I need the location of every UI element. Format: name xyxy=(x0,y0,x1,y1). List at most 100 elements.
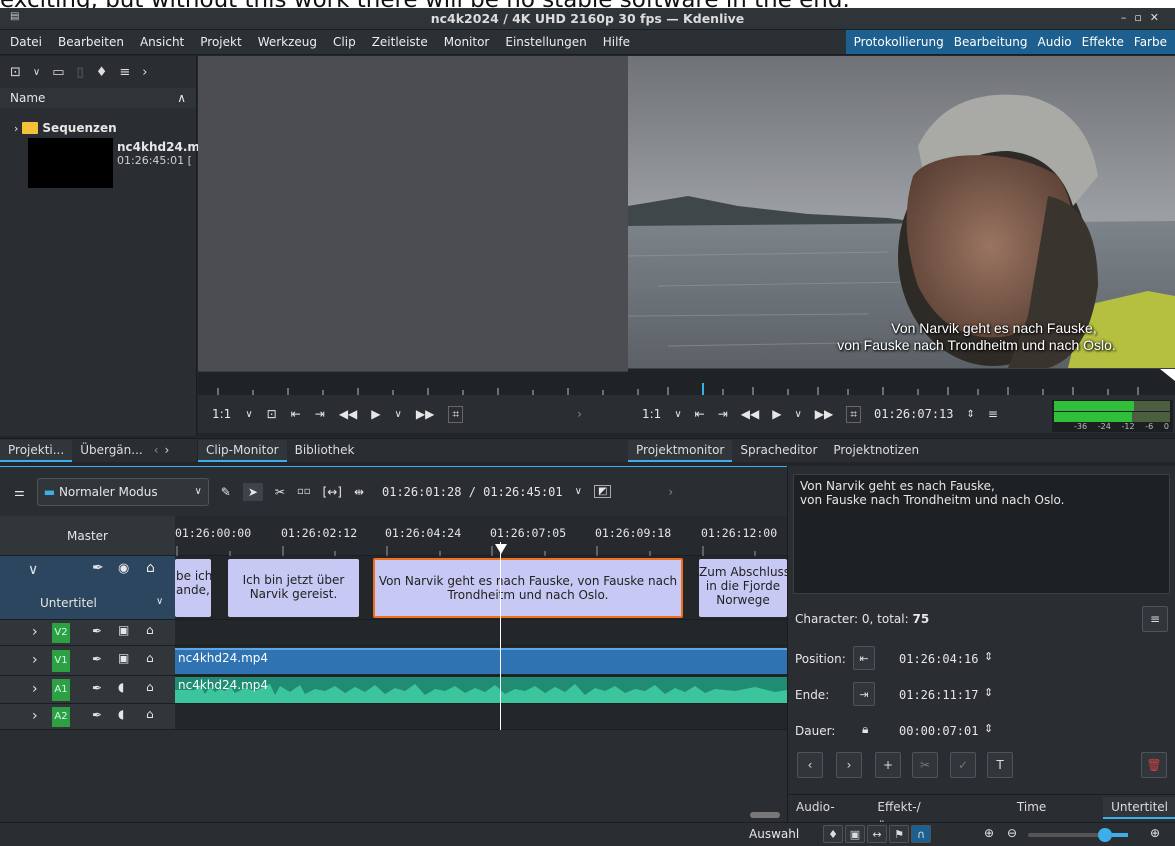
add-clip-icon[interactable]: ⊡ xyxy=(10,65,21,80)
track-tag-a2[interactable]: A2 xyxy=(52,707,70,727)
track-header-v1[interactable]: › V1 ✒ ▣ ⌂ xyxy=(0,646,175,676)
zoom-slider[interactable] xyxy=(1028,828,1128,842)
end-value[interactable]: 01:26:11:17 xyxy=(899,688,978,702)
lock-icon[interactable]: ⌂ xyxy=(146,707,154,721)
chevron-down-icon[interactable]: ∨ xyxy=(575,486,582,497)
menu-monitor[interactable]: Monitor xyxy=(436,30,498,55)
chevron-down-icon[interactable]: ∨ xyxy=(395,409,402,420)
split-audio-icon[interactable]: ↔ xyxy=(867,825,887,843)
tab-scroll-right-icon[interactable]: › xyxy=(162,440,173,462)
spin-icon[interactable]: ⇕ xyxy=(984,686,993,699)
tab-uebergaenge[interactable]: Übergän... xyxy=(72,440,151,462)
track-lane-v1[interactable]: nc4khd24.mp4 xyxy=(175,646,787,676)
duration-value[interactable]: 00:00:07:01 xyxy=(899,724,978,738)
lock-icon[interactable]: ⌂ xyxy=(146,680,154,694)
next-subtitle-button[interactable]: › xyxy=(836,752,862,778)
chevron-down-icon[interactable]: ∨ xyxy=(674,409,681,420)
fast-forward-icon[interactable]: ▶▶ xyxy=(815,407,833,421)
razor-tool-icon[interactable]: ✂ xyxy=(275,485,285,499)
effects-wand-icon[interactable]: ✒ xyxy=(92,652,102,666)
project-timecode[interactable]: 01:26:07:13 xyxy=(874,407,953,421)
effects-wand-icon[interactable]: ✒ xyxy=(92,708,102,722)
track-tag-a1[interactable]: A1 xyxy=(52,679,70,701)
tag-icon[interactable]: ♦ xyxy=(96,65,108,80)
chevron-right-icon[interactable]: › xyxy=(668,485,673,499)
bin-folder-sequenzen[interactable]: › Sequenzen xyxy=(14,121,117,135)
track-tag-v2[interactable]: V2 xyxy=(52,623,70,643)
menu-hilfe[interactable]: Hilfe xyxy=(595,30,638,55)
chevron-down-icon[interactable]: ∨ xyxy=(33,67,40,78)
zone-icon[interactable]: ⊡ xyxy=(267,407,277,421)
tab-scroll-left-icon[interactable]: ‹ xyxy=(151,440,162,462)
set-out-icon[interactable]: ⇥ xyxy=(315,407,325,421)
timeline-empty-area[interactable] xyxy=(0,730,787,822)
subtitle-track-lane[interactable]: be ich ande, Ich bin jetzt über Narvik g… xyxy=(175,556,787,620)
chevron-down-icon[interactable]: ∨ xyxy=(245,409,252,420)
expand-icon[interactable]: › xyxy=(32,652,38,668)
menu-icon[interactable]: ≡ xyxy=(988,407,998,421)
magnet-icon[interactable]: ∩ xyxy=(911,825,931,843)
menu-werkzeug[interactable]: Werkzeug xyxy=(250,30,325,55)
tab-effects-transitions[interactable]: Effekt-/Übergangs... xyxy=(863,797,1003,835)
fast-forward-icon[interactable]: ▶▶ xyxy=(416,407,434,421)
chevron-right-icon[interactable]: › xyxy=(142,65,147,80)
timeline-position[interactable]: 01:26:01:28 / 01:26:45:01 xyxy=(382,485,563,499)
zoom-out-icon[interactable]: ⊖ xyxy=(1007,826,1017,840)
expand-icon[interactable]: › xyxy=(32,708,38,724)
layout-audio[interactable]: Audio xyxy=(1033,30,1077,55)
layout-farbe[interactable]: Farbe xyxy=(1129,30,1175,55)
select-tool-icon[interactable]: ➤ xyxy=(242,482,263,501)
split-subtitle-button[interactable]: ✂ xyxy=(912,752,938,778)
expand-icon[interactable]: › xyxy=(32,681,38,697)
add-subtitle-button[interactable]: + xyxy=(875,752,901,778)
tab-projektnotizen[interactable]: Projektnotizen xyxy=(825,440,927,462)
playhead-line[interactable] xyxy=(500,542,501,730)
zoom-in-icon[interactable]: ⊕ xyxy=(1150,826,1160,840)
lock-icon[interactable]: ⌂ xyxy=(146,651,154,665)
subtitle-clip-selected[interactable]: Von Narvik geht es nach Fauske, von Faus… xyxy=(373,558,683,618)
subtitle-clip[interactable]: Zum Abschluss in die Fjorde Norwege xyxy=(699,559,787,617)
slip-tool-icon[interactable]: ⇹ xyxy=(354,485,364,499)
project-zoom-label[interactable]: 1:1 xyxy=(642,407,661,421)
rewind-icon[interactable]: ◀◀ xyxy=(339,407,357,421)
lock-icon[interactable]: ⌂ xyxy=(146,623,154,637)
lock-icon[interactable]: 🔒︎ xyxy=(862,722,868,737)
eye-icon[interactable]: ◉ xyxy=(118,561,129,576)
play-icon[interactable]: ▶ xyxy=(772,407,781,421)
collapse-icon[interactable]: ∨ xyxy=(28,562,38,578)
master-header[interactable]: Master xyxy=(0,516,175,556)
menu-zeitleiste[interactable]: Zeitleiste xyxy=(364,30,436,55)
bin-column-header[interactable]: Name ∧ xyxy=(0,88,196,108)
zoom-fit-icon[interactable]: ⊕ xyxy=(984,826,994,840)
set-in-icon[interactable]: ⇤ xyxy=(291,407,301,421)
speaker-icon[interactable]: ◖ xyxy=(118,707,124,721)
timeline-scrollbar[interactable] xyxy=(750,812,780,818)
project-monitor-ruler[interactable] xyxy=(628,368,1175,396)
timeline-ruler[interactable]: 01:26:00:00 01:26:02:12 01:26:04:24 01:2… xyxy=(175,516,787,556)
track-header-a1[interactable]: › A1 ✒ ◖ ⌂ xyxy=(0,676,175,704)
film-icon[interactable]: ▣ xyxy=(118,651,129,665)
layout-bearbeitung[interactable]: Bearbeitung xyxy=(949,30,1033,55)
expand-icon[interactable]: › xyxy=(32,624,38,640)
project-monitor-view[interactable]: Von Narvik geht es nach Fauske, von Faus… xyxy=(628,56,1175,368)
set-out-icon[interactable]: ⇥ xyxy=(718,407,728,421)
subtitle-track-header[interactable]: ∨ ✒ ◉ ⌂ Untertitel ∨ xyxy=(0,556,175,620)
spin-icon[interactable]: ⇕ xyxy=(984,650,993,663)
menu-einstellungen[interactable]: Einstellungen xyxy=(497,30,594,55)
effects-wand-icon[interactable]: ✒ xyxy=(92,681,102,695)
previous-subtitle-button[interactable]: ‹ xyxy=(797,752,823,778)
track-header-a2[interactable]: › A2 ✒ ◖ ⌂ xyxy=(0,704,175,730)
clip-zoom-label[interactable]: 1:1 xyxy=(212,407,231,421)
video-clip[interactable]: nc4khd24.mp4 xyxy=(175,648,787,674)
play-icon[interactable]: ▶ xyxy=(371,407,380,421)
menu-clip[interactable]: Clip xyxy=(325,30,364,55)
film-icon[interactable]: ▣ xyxy=(118,623,129,637)
clip-thumbnail[interactable] xyxy=(28,138,113,188)
subtitle-menu-button[interactable]: ≡ xyxy=(1142,606,1168,632)
tab-projekt[interactable]: Projekti... xyxy=(0,439,73,462)
sort-up-icon[interactable]: ∧ xyxy=(177,91,186,105)
expand-icon[interactable]: › xyxy=(14,122,18,135)
ripple-tool-icon[interactable]: [↔] xyxy=(323,485,342,499)
menu-ansicht[interactable]: Ansicht xyxy=(132,30,192,55)
audio-clip[interactable]: nc4khd24.mp4 xyxy=(175,677,787,703)
